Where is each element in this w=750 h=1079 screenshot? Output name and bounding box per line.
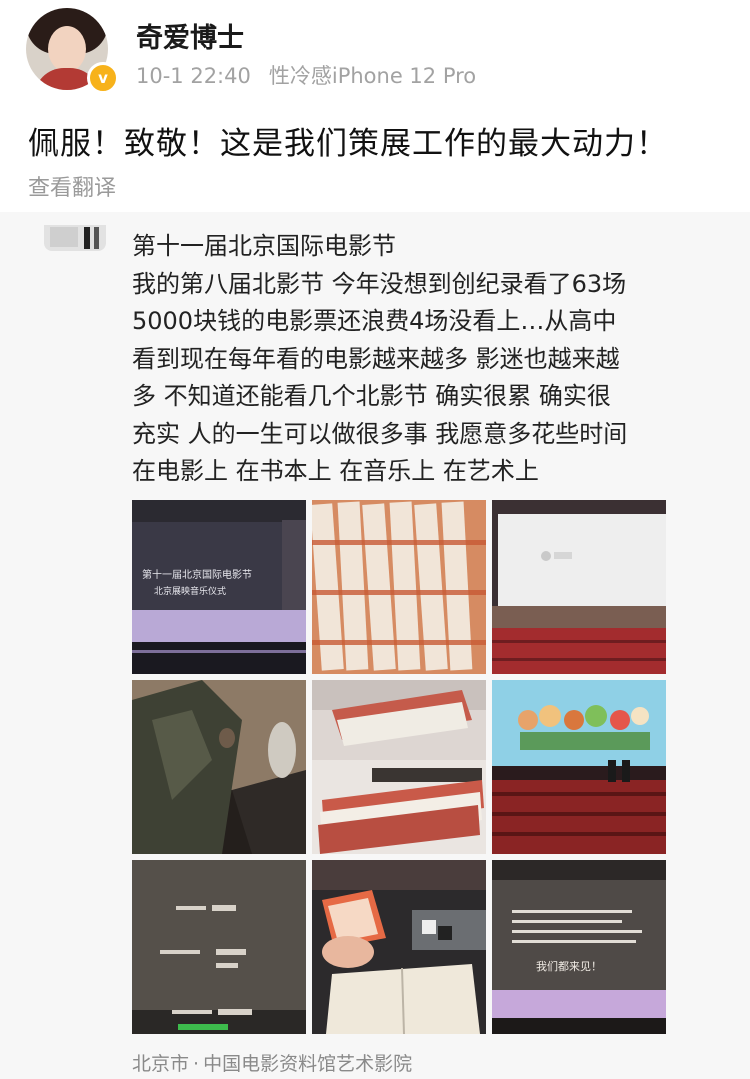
post-text: 佩服！致敬！这是我们策展工作的最大动力！ — [28, 126, 668, 162]
repost-line: 我的第八届北影节 今年没想到创纪录看了63场 — [132, 269, 627, 298]
closing-screen-photo[interactable]: 我们都来见！ — [492, 860, 666, 1034]
ticket-stack-photo[interactable] — [312, 680, 486, 854]
repost-line: 在电影上 在书本上 在音乐上 在艺术上 — [132, 457, 539, 485]
repost-line: 5000块钱的电影票还浪费4场没看上…从高中 — [132, 307, 617, 335]
screen-text-line2: 北京展映音乐仪式 — [154, 585, 226, 597]
repost-line: 充实 人的一生可以做很多事 我愿意多花些时间 — [132, 419, 628, 448]
cinema-screen-festival-photo[interactable]: 第十一届北京国际电影节 北京展映音乐仪式 — [132, 500, 306, 674]
empty-cinema-photo[interactable] — [492, 500, 666, 674]
seat-legs-photo[interactable] — [132, 680, 306, 854]
repost-text: 第十一届北京国际电影节 我的第八届北影节 今年没想到创纪录看了63场 5000块… — [132, 228, 722, 491]
verified-badge-icon: v — [87, 62, 119, 94]
location-city: 北京市 — [132, 1053, 190, 1075]
closing-screen-text: 我们都来见！ — [536, 959, 602, 973]
repost-avatar[interactable] — [44, 225, 106, 251]
post-meta: 10-1 22:40 性冷感iPhone 12 Pro — [136, 60, 476, 90]
translate-link[interactable]: 查看翻译 — [28, 170, 116, 202]
repost-line: 多 不知道还能看几个北影节 确实很累 确实很 — [132, 382, 611, 410]
screen-text-line1: 第十一届北京国际电影节 — [142, 568, 252, 581]
username[interactable]: 奇爱博士 — [136, 16, 244, 55]
post-device: 性冷感iPhone 12 Pro — [268, 64, 477, 88]
animation-screening-photo[interactable] — [492, 680, 666, 854]
photo-grid: 第十一届北京国际电影节 北京展映音乐仪式 我们都来见！ — [132, 500, 666, 1034]
location-tag[interactable]: 北京市 · 中国电影资料馆艺术影院 — [132, 1049, 412, 1076]
repost-line: 第十一届北京国际电影节 — [132, 232, 396, 260]
location-venue: 中国电影资料馆艺术影院 — [203, 1053, 413, 1075]
hand-ticket-book-photo[interactable] — [312, 860, 486, 1034]
repost-line: 看到现在每年看的电影越来越多 影迷也越来越 — [132, 344, 620, 373]
location-separator: · — [193, 1053, 200, 1075]
credits-screen-photo[interactable] — [132, 860, 306, 1034]
post-time: 10-1 22:40 — [136, 64, 251, 88]
ticket-pile-photo[interactable] — [312, 500, 486, 674]
